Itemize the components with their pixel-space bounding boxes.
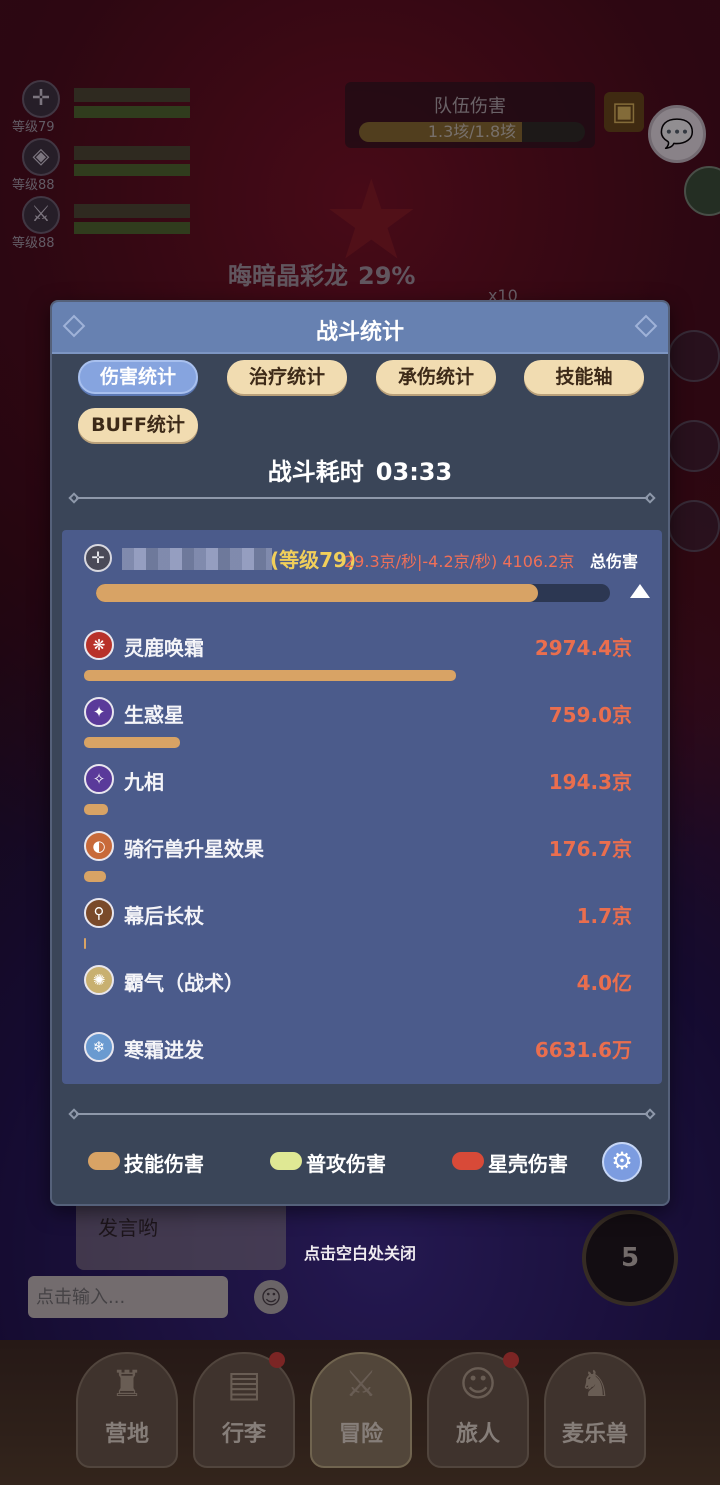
player-total-damage: 4106.2京 [502,552,575,571]
skill-name: 灵鹿唤霜 [124,636,204,660]
divider [68,492,656,504]
skill-damage-value: 2974.4京 [534,636,632,660]
domineer-icon: ✺ [84,965,114,995]
modal-title: 战斗统计 [315,320,404,345]
legend-swatch [88,1152,120,1170]
legend-label: 星壳伤害 [488,1152,568,1176]
player-summary-row[interactable]: ✛ (等级79) 29.3京/秒|-4.2京/秒) 4106.2京 总伤害 [84,544,644,574]
tab-healing-stats[interactable]: 治疗统计 [227,360,347,394]
settings-gear-icon[interactable]: ⚙ [602,1142,642,1182]
player-damage-bar-fill [96,584,539,602]
player-dps-text: 29.3京/秒|-4.2京/秒) [344,552,498,571]
damage-stats-panel: ✛ (等级79) 29.3京/秒|-4.2京/秒) 4106.2京 总伤害 ❋ 灵… [62,530,662,1084]
legend-swatch [270,1152,302,1170]
skill-damage-value: 6631.6万 [534,1038,632,1062]
mount-star-icon: ◐ [84,831,114,861]
battle-duration-value: 03:33 [375,458,453,486]
collapse-triangle-icon[interactable] [630,584,650,598]
divider-end [644,1108,656,1120]
tab-damage-taken-stats[interactable]: 承伤统计 [376,360,496,394]
skill-damage-row[interactable]: ✦ 生惑星 759.0京 [84,697,644,757]
skill-damage-row[interactable]: ◐ 骑行兽升星效果 176.7京 [84,831,644,891]
skill-name: 寒霜进发 [124,1038,204,1062]
skill-damage-bar [84,737,180,748]
legend-label: 普攻伤害 [306,1152,386,1176]
skill-name: 九相 [124,770,164,794]
nine-phase-icon: ✧ [84,764,114,794]
battle-duration: 战斗耗时 03:33 [52,452,668,487]
staff-icon: ⚲ [84,898,114,928]
player-name-blurred [122,548,272,570]
player-class-icon: ✛ [84,544,112,572]
tab-skill-timeline[interactable]: 技能轴 [524,360,644,394]
skill-damage-bar [84,804,109,815]
skill-damage-row[interactable]: ✺ 霸气（战术） 4.0亿 [84,965,644,1025]
player-damage-bar [96,584,610,602]
tab-damage-stats[interactable]: 伤害统计 [78,360,198,394]
skill-damage-value: 1.7京 [576,904,632,928]
legend-swatch [452,1152,484,1170]
skill-name: 幕后长杖 [124,904,204,928]
frost-deer-icon: ❋ [84,630,114,660]
skill-damage-row[interactable]: ❋ 灵鹿唤霜 2974.4京 [84,630,644,690]
skill-damage-bar [84,670,456,681]
close-hint: 点击空白处关闭 [303,1244,416,1263]
skill-damage-bar [84,871,107,882]
battle-stats-modal: 战斗统计 伤害统计 治疗统计 承伤统计 技能轴 BUFF统计 战斗耗时 03:33… [50,300,670,1206]
divider-end [644,492,656,504]
divider-line [76,497,648,499]
skill-damage-row[interactable]: ✧ 九相 194.3京 [84,764,644,824]
skill-name: 骑行兽升星效果 [124,837,264,861]
tab-buff-stats[interactable]: BUFF统计 [78,408,198,442]
skill-damage-bar [84,938,86,949]
skill-name: 霸气（战术） [124,971,244,995]
snowflake-icon: ❄ [84,1032,114,1062]
skill-damage-row[interactable]: ❄ 寒霜进发 6631.6万 [84,1032,644,1092]
player-total-label: 总伤害 [590,552,639,571]
skill-damage-value: 194.3京 [548,770,632,794]
skill-damage-value: 4.0亿 [576,971,632,995]
skill-damage-row[interactable]: ⚲ 幕后长杖 1.7京 [84,898,644,958]
skill-damage-value: 176.7京 [548,837,632,861]
legend-label: 技能伤害 [124,1152,204,1176]
star-wing-icon: ✦ [84,697,114,727]
divider [68,1108,656,1120]
player-dps: 29.3京/秒|-4.2京/秒) 4106.2京 [344,548,574,572]
skill-name: 生惑星 [124,703,184,727]
modal-header: 战斗统计 [52,302,668,354]
skill-damage-value: 759.0京 [548,703,632,727]
battle-duration-label: 战斗耗时 [267,458,364,486]
divider-line [76,1113,648,1115]
